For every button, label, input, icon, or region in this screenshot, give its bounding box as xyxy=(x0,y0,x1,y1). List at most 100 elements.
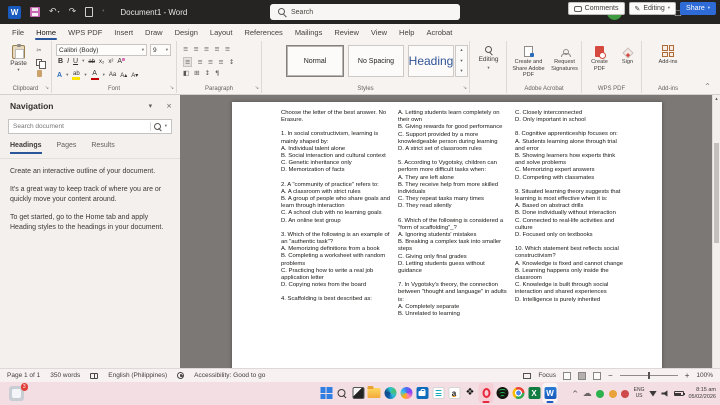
dropbox-icon[interactable]: ❖ xyxy=(463,383,478,403)
scroll-up-icon[interactable]: ▴ xyxy=(713,96,720,102)
ribbon-tab[interactable]: References xyxy=(238,25,288,41)
show-paragraph-marks-button[interactable]: ¶ xyxy=(215,69,219,77)
tray-expand-icon[interactable]: ^ xyxy=(572,390,578,398)
request-signatures-button[interactable]: Request Signatures xyxy=(549,45,580,72)
ribbon-tab[interactable]: File xyxy=(6,25,30,41)
clipboard-dialog-launcher[interactable]: ↘ xyxy=(45,85,49,91)
file-explorer-icon[interactable] xyxy=(367,383,382,403)
navigation-search-dropdown-icon[interactable]: ▾ xyxy=(165,124,167,129)
document-canvas[interactable]: Choose the letter of the best answer. No… xyxy=(180,95,712,368)
undo-dropdown-icon[interactable]: ▾ xyxy=(58,10,60,14)
increase-indent-button[interactable]: ≡ xyxy=(225,45,230,53)
superscript-button[interactable]: x² xyxy=(108,59,113,65)
tray-app-icon-orange[interactable] xyxy=(609,390,617,398)
underline-button[interactable]: U xyxy=(73,58,78,65)
navigation-search-icon[interactable] xyxy=(154,123,162,131)
wifi-icon[interactable] xyxy=(649,391,657,397)
language-switcher[interactable]: ENGUS xyxy=(634,388,645,400)
save-icon[interactable] xyxy=(30,7,40,17)
change-case-button[interactable]: Aa xyxy=(109,72,116,78)
undo-button[interactable]: ↶▾ xyxy=(49,8,60,17)
styles-gallery-scroll[interactable]: ▴ ▾ ▾ xyxy=(455,45,468,77)
paste-dropdown-icon[interactable]: ▾ xyxy=(17,68,19,73)
align-right-button[interactable]: ≡ xyxy=(208,58,213,66)
copilot-icon[interactable] xyxy=(399,383,414,403)
italic-button[interactable]: I xyxy=(67,58,69,65)
excel-icon[interactable]: X xyxy=(527,383,542,403)
align-center-button[interactable]: ≡ xyxy=(197,58,202,66)
vertical-scrollbar[interactable]: ▴ xyxy=(712,95,720,368)
read-mode-button[interactable] xyxy=(563,372,571,380)
grow-font-button[interactable]: A▴ xyxy=(120,72,127,79)
style-tile[interactable]: Heading xyxy=(408,45,454,77)
underline-dropdown-icon[interactable]: ▾ xyxy=(82,59,84,64)
shading-button[interactable]: ◧ xyxy=(183,69,189,77)
zoom-out-button[interactable]: − xyxy=(608,371,613,380)
ribbon-tab[interactable]: Review xyxy=(328,25,365,41)
cut-button[interactable]: ✂ xyxy=(36,47,41,54)
clock[interactable]: 8:15 am05/02/2026 xyxy=(688,387,716,400)
customize-toolbar-icon[interactable]: ▾ xyxy=(102,10,104,15)
style-tile[interactable]: Normal xyxy=(286,45,344,77)
create-pdf-button[interactable]: Create PDF xyxy=(585,45,614,72)
navigation-pane-close-icon[interactable]: × xyxy=(166,102,172,110)
zoom-slider-thumb[interactable] xyxy=(648,372,651,379)
accessibility-status[interactable]: Accessibility: Good to go xyxy=(194,372,265,379)
justify-button[interactable]: ≡ xyxy=(218,58,223,66)
decrease-indent-button[interactable]: ≡ xyxy=(214,45,219,53)
text-effects-button[interactable]: A xyxy=(57,72,62,79)
style-tile[interactable]: No Spacing xyxy=(348,45,404,77)
accessibility-icon[interactable] xyxy=(177,372,184,379)
navigation-tab[interactable]: Headings xyxy=(10,142,42,154)
sign-button[interactable]: Sign xyxy=(616,45,639,66)
zoom-level[interactable]: 100% xyxy=(696,372,713,379)
font-dialog-launcher[interactable]: ↘ xyxy=(170,85,174,91)
navigation-search-box[interactable]: ▾ xyxy=(8,119,172,134)
paste-button[interactable]: Paste ▾ xyxy=(5,45,32,73)
ribbon-tab[interactable]: Design xyxy=(169,25,204,41)
line-spacing-button[interactable]: ↕ xyxy=(229,58,234,66)
font-color-button[interactable]: A xyxy=(91,70,99,80)
ribbon-tab[interactable]: Home xyxy=(30,25,62,41)
battery-icon[interactable] xyxy=(674,391,684,396)
navigation-search-input[interactable] xyxy=(13,123,147,130)
add-ins-button[interactable]: Add-ins xyxy=(648,45,688,66)
dark-square-app-icon[interactable] xyxy=(351,383,366,403)
tray-app-icon-green[interactable] xyxy=(596,390,604,398)
paragraph-dialog-launcher[interactable]: ↘ xyxy=(255,85,259,91)
copy-button[interactable] xyxy=(36,59,42,66)
tray-app-icon-red[interactable] xyxy=(621,390,629,398)
word-count[interactable]: 350 words xyxy=(50,372,80,379)
focus-icon[interactable] xyxy=(523,373,531,379)
ribbon-tab[interactable]: WPS PDF xyxy=(62,25,108,41)
web-layout-button[interactable] xyxy=(593,372,601,380)
ribbon-tab[interactable]: Help xyxy=(393,25,420,41)
print-layout-button[interactable] xyxy=(578,372,586,380)
comments-button[interactable]: Comments xyxy=(568,2,625,15)
bullets-button[interactable]: ≡ xyxy=(183,45,188,53)
share-button[interactable]: Share▾ xyxy=(680,2,716,15)
font-name-select[interactable]: Calibri (Body)▾ xyxy=(56,44,147,56)
styles-dialog-launcher[interactable]: ↘ xyxy=(463,85,467,91)
onedrive-icon[interactable]: ☁ xyxy=(583,389,592,399)
scrollbar-thumb[interactable] xyxy=(714,143,719,243)
ribbon-tab[interactable]: Draw xyxy=(139,25,169,41)
opera-icon[interactable] xyxy=(479,383,494,403)
strikethrough-button[interactable]: ab xyxy=(88,59,95,65)
volume-icon[interactable] xyxy=(661,390,669,397)
collapse-ribbon-button[interactable]: ^ xyxy=(705,83,710,90)
list-app-icon[interactable] xyxy=(431,383,446,403)
numbering-button[interactable]: ≡ xyxy=(193,45,198,53)
taskbar-search-button[interactable] xyxy=(335,383,350,403)
amazon-icon[interactable]: a xyxy=(447,383,462,403)
ribbon-tab[interactable]: Insert xyxy=(108,25,139,41)
start-button[interactable] xyxy=(319,383,334,403)
shrink-font-button[interactable]: A▾ xyxy=(131,72,138,79)
chrome-icon[interactable] xyxy=(511,383,526,403)
ribbon-tab[interactable]: View xyxy=(365,25,393,41)
ribbon-tab[interactable]: Mailings xyxy=(289,25,329,41)
format-painter-button[interactable] xyxy=(37,70,42,77)
focus-label[interactable]: Focus xyxy=(538,372,556,379)
edge-icon[interactable] xyxy=(383,383,398,403)
page-indicator[interactable]: Page 1 of 1 xyxy=(7,372,40,379)
